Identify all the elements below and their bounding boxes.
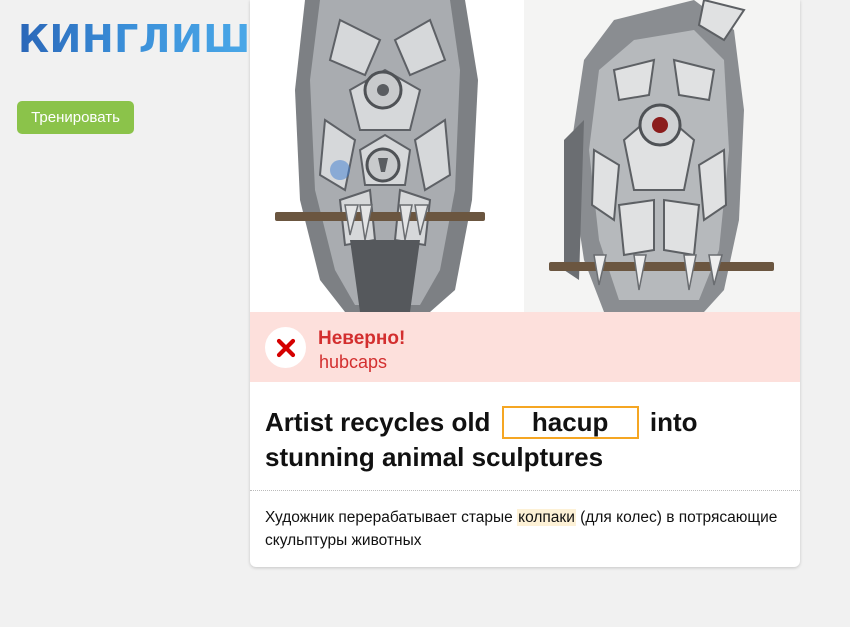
answer-feedback: Неверно! hubcaps [250,312,800,382]
feedback-status: Неверно! [318,328,406,349]
owl-sculpture-photo [250,0,520,312]
x-mark-icon [276,338,295,357]
eagle-sculpture-photo [524,0,800,312]
incorrect-icon-badge [265,327,306,368]
translation-before: Художник перерабатывает старые [265,509,513,526]
train-button[interactable]: Тренировать [17,101,134,134]
correct-answer: hubcaps [319,352,388,372]
exercise-card: Неверно! hubcaps Artist recycles old hac… [250,0,800,567]
answer-blank[interactable]: hacup [501,406,639,439]
divider [250,490,800,491]
translation: Художник перерабатывает старые колпаки (… [265,506,785,552]
sentence-before: Artist recycles old [265,407,491,437]
translation-highlight: колпаки [517,509,576,526]
exercise-sentence: Artist recycles old hacup into stunning … [265,405,785,475]
app-logo[interactable]: КИНГЛИШ [18,16,251,62]
sculpture-photos [250,0,800,312]
